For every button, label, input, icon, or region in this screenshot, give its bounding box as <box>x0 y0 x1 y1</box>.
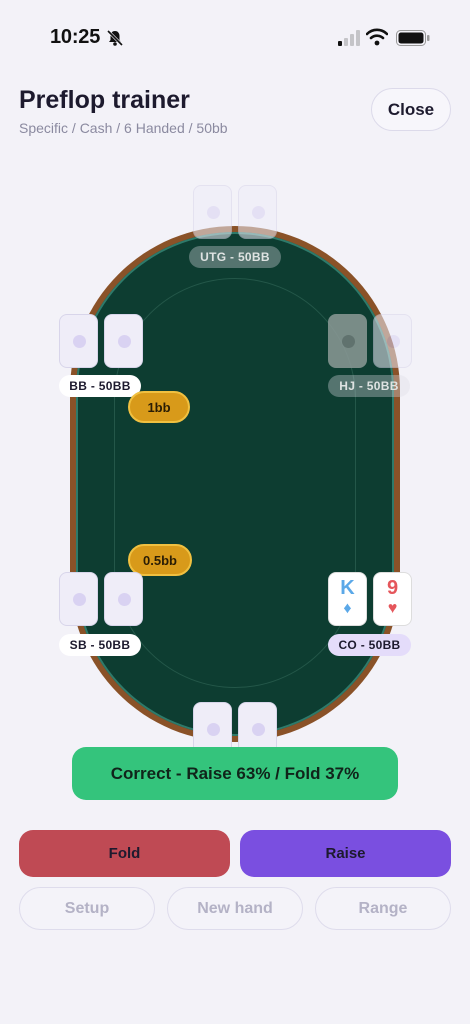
hero-card-2-rank: 9 <box>386 577 399 599</box>
seat-label-hj: HJ - 50BB <box>328 375 410 397</box>
sb-card-back <box>104 572 143 626</box>
fold-button[interactable]: Fold <box>19 830 230 877</box>
page-title: Preflop trainer <box>19 86 190 114</box>
table-betting-line <box>114 278 356 688</box>
hero-card-2: 9 ♥ <box>373 572 412 626</box>
status-time: 10:25 <box>50 26 101 48</box>
status-bar: 10:25 <box>0 0 470 76</box>
page-subtitle: Specific / Cash / 6 Handed / 50bb <box>19 120 228 136</box>
heart-suit-icon: ♥ <box>387 600 398 617</box>
hj-card-back <box>328 314 367 368</box>
bb-card-back <box>59 314 98 368</box>
signal-icon <box>338 30 360 46</box>
seat-label-co: CO - 50BB <box>328 634 411 656</box>
seat-label-utg: UTG - 50BB <box>189 246 281 268</box>
seat-label-sb: SB - 50BB <box>59 634 141 656</box>
diamond-suit-icon: ♦ <box>343 600 352 617</box>
feedback-banner: Correct - Raise 63% / Fold 37% <box>72 747 398 800</box>
utg-card-back <box>193 185 232 239</box>
raise-button[interactable]: Raise <box>240 830 451 877</box>
bet-chip-sb: 0.5bb <box>128 544 192 576</box>
seat-label-bb: BB - 50BB <box>59 375 141 397</box>
utg-card-back <box>238 185 277 239</box>
bell-slash-icon <box>106 29 124 47</box>
setup-button[interactable]: Setup <box>19 887 155 930</box>
hero-card-1-rank: K <box>340 577 355 599</box>
bb-card-back <box>104 314 143 368</box>
wifi-icon <box>366 28 388 46</box>
battery-icon <box>396 30 430 46</box>
sb-card-back <box>59 572 98 626</box>
range-button[interactable]: Range <box>315 887 451 930</box>
bet-chip-bb: 1bb <box>128 391 190 423</box>
new-hand-button[interactable]: New hand <box>167 887 303 930</box>
close-button[interactable]: Close <box>371 88 451 131</box>
hero-card-1: K ♦ <box>328 572 367 626</box>
hj-card-back <box>373 314 412 368</box>
